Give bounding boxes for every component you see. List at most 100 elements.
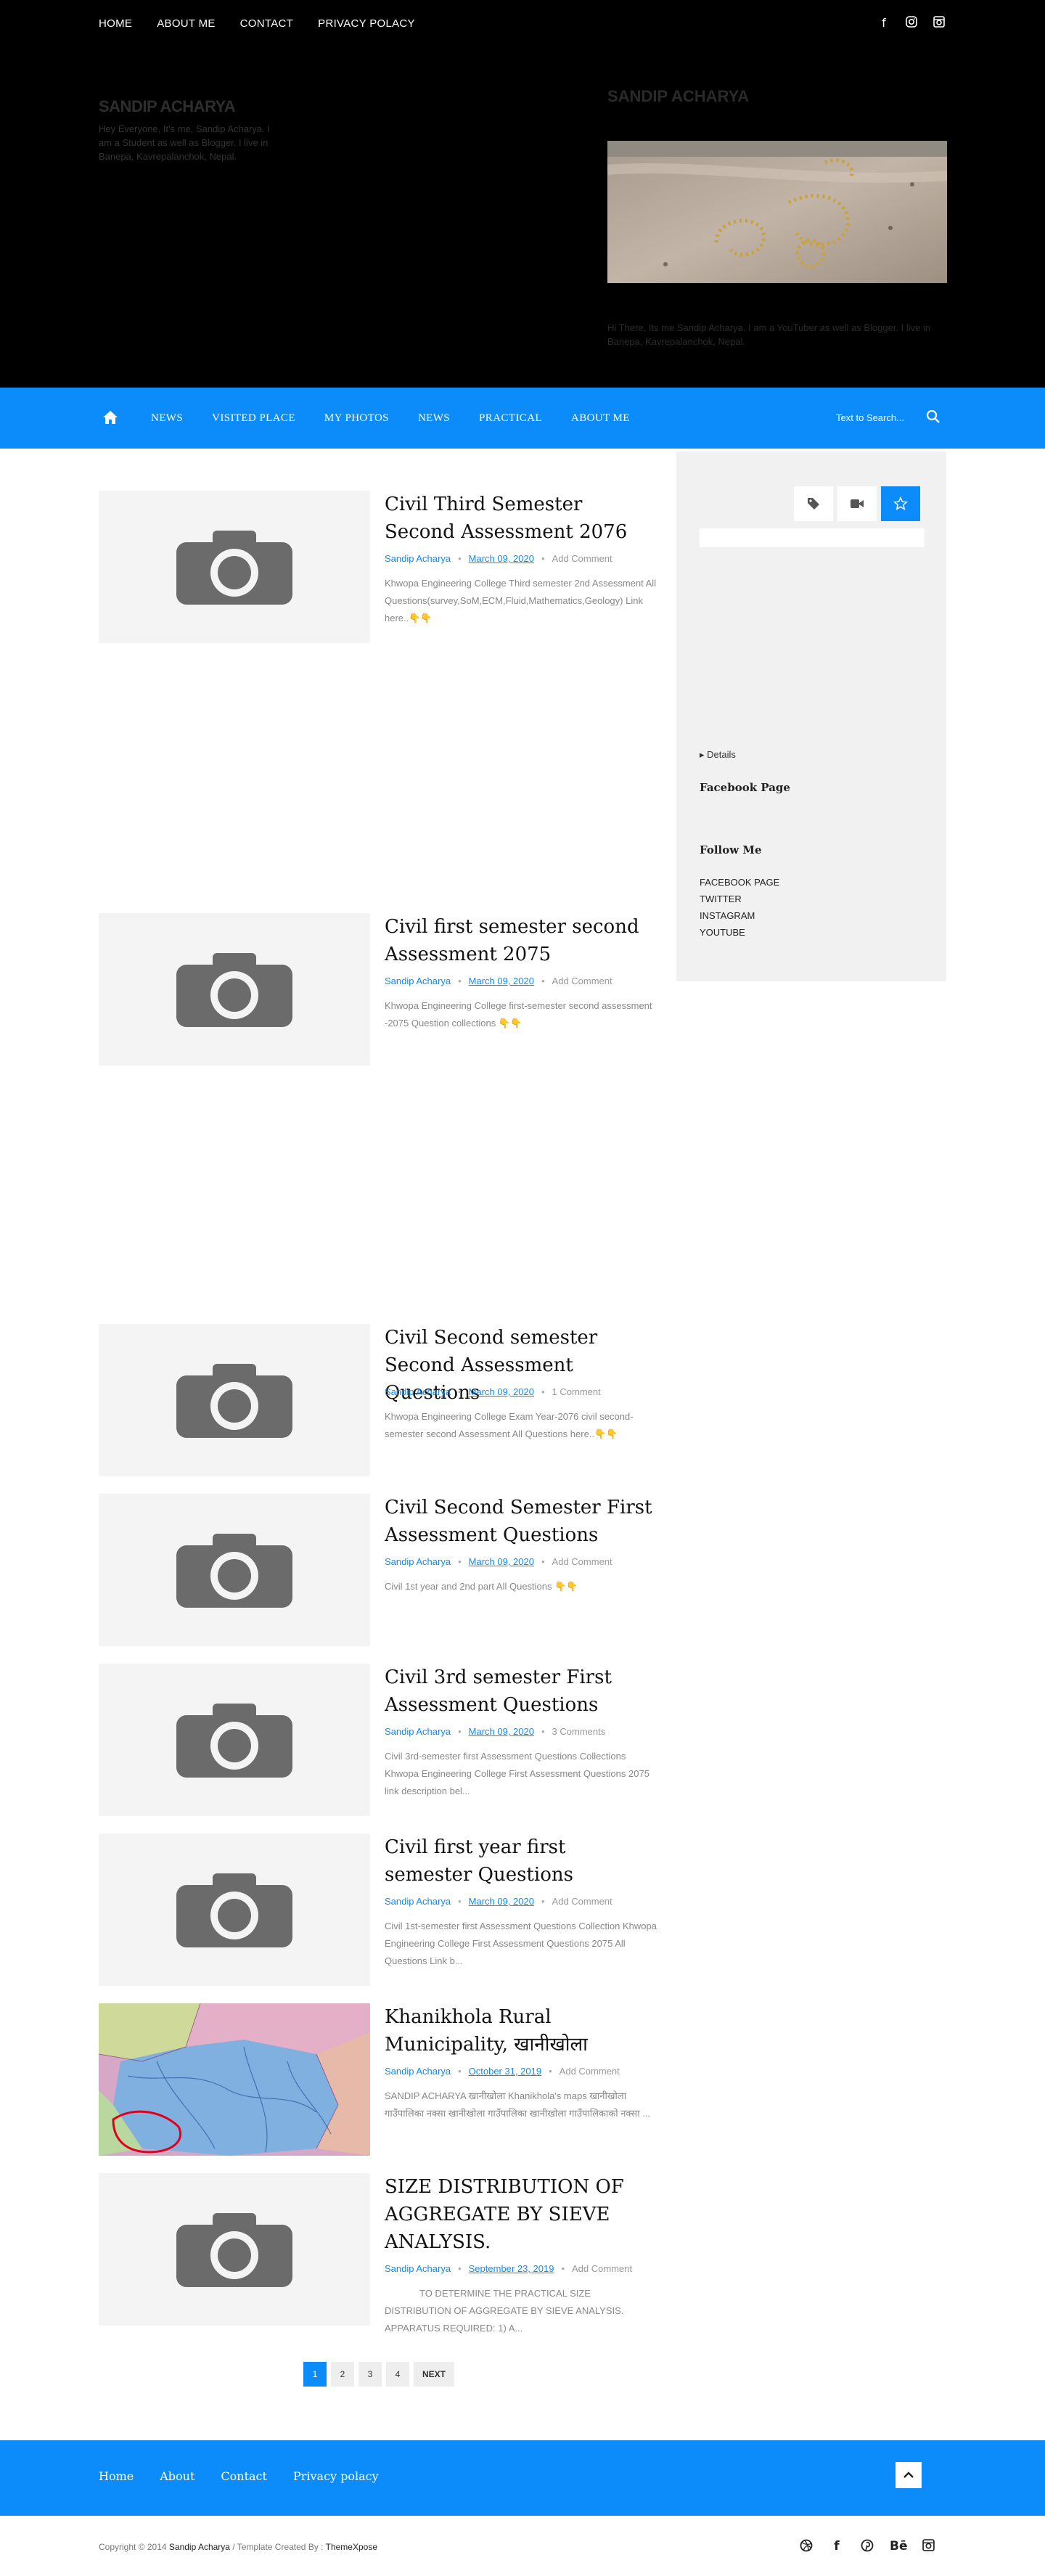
facebook-page-heading: Facebook Page xyxy=(700,781,790,794)
post-date[interactable]: March 09, 2020 xyxy=(469,1556,534,1567)
instagram-icon[interactable] xyxy=(932,16,946,30)
nav-item-news-2[interactable]: NEWS xyxy=(418,412,450,425)
post-title[interactable]: SIZE DISTRIBUTION OF AGGREGATE BY SIEVE … xyxy=(385,2173,657,2256)
nav-item-about-me[interactable]: ABOUT ME xyxy=(571,412,630,425)
post-author[interactable]: Sandip Acharya xyxy=(385,1386,451,1397)
instagram-icon[interactable] xyxy=(904,16,919,30)
post-title[interactable]: Civil Third Semester Second Assessment 2… xyxy=(385,491,657,546)
copyright-owner-link[interactable]: Sandip Acharya xyxy=(169,2542,230,2552)
post-author[interactable]: Sandip Acharya xyxy=(385,553,451,564)
page-1[interactable]: 1 xyxy=(303,2362,327,2387)
post-excerpt: TO DETERMINE THE PRACTICAL SIZE DISTRIBU… xyxy=(385,2288,624,2334)
post-date[interactable]: March 09, 2020 xyxy=(469,553,534,564)
follow-me-heading: Follow Me xyxy=(700,843,762,856)
post-thumbnail[interactable] xyxy=(99,1664,370,1816)
next-page-button[interactable]: NEXT xyxy=(414,2362,454,2387)
post-date[interactable]: March 09, 2020 xyxy=(469,976,534,986)
post-excerpt: Khwopa Engineering College Exam Year-207… xyxy=(385,1411,634,1439)
post-thumbnail-map[interactable] xyxy=(99,2003,370,2156)
top-nav-privacy-policy[interactable]: PRIVACY POLACY xyxy=(318,17,415,30)
post-comments[interactable]: Add Comment xyxy=(552,976,612,986)
video-icon[interactable] xyxy=(837,486,877,521)
search-input[interactable]: Text to Search... xyxy=(836,412,923,423)
top-nav-about-me[interactable]: ABOUT ME xyxy=(157,17,215,30)
footer-links: Home About Contact Privacy polacy xyxy=(99,2469,379,2483)
post-thumbnail[interactable] xyxy=(99,1324,370,1476)
follow-link-twitter[interactable]: TWITTER xyxy=(700,891,779,907)
post-date[interactable]: October 31, 2019 xyxy=(469,2066,541,2077)
post-author[interactable]: Sandip Acharya xyxy=(385,976,451,986)
instagram-icon[interactable] xyxy=(920,2539,936,2556)
nav-item-news[interactable]: NEWS xyxy=(151,412,183,425)
camera-placeholder-icon xyxy=(176,531,292,605)
home-icon[interactable] xyxy=(102,409,119,426)
pinterest-icon[interactable] xyxy=(859,2539,875,2556)
nav-item-my-photos[interactable]: MY PHOTOS xyxy=(324,412,389,425)
post-thumbnail[interactable] xyxy=(99,491,370,643)
post-author[interactable]: Sandip Acharya xyxy=(385,1896,451,1907)
post-date[interactable]: September 23, 2019 xyxy=(469,2263,554,2274)
post-meta: Sandip Acharya • March 09, 2020 • 1 Comment xyxy=(385,1386,601,1397)
post-author[interactable]: Sandip Acharya xyxy=(385,1556,451,1567)
post-card: Khanikhola Rural Municipality, खानीखोला … xyxy=(99,2003,657,2163)
post-date[interactable]: March 09, 2020 xyxy=(469,1386,534,1397)
follow-link-instagram[interactable]: INSTAGRAM xyxy=(700,907,779,924)
post-title[interactable]: Civil first year first semester Question… xyxy=(385,1833,657,1889)
post-title[interactable]: Civil Second Semester First Assessment Q… xyxy=(385,1494,657,1549)
tab-content-area xyxy=(700,528,925,547)
camera-placeholder-icon xyxy=(176,1704,292,1778)
follow-link-facebook[interactable]: FACEBOOK PAGE xyxy=(700,874,779,891)
post-thumbnail[interactable] xyxy=(99,1833,370,1986)
post-author[interactable]: Sandip Acharya xyxy=(385,2263,451,2274)
footer-link-about[interactable]: About xyxy=(160,2469,194,2483)
post-comments[interactable]: Add Comment xyxy=(552,553,612,564)
nav-item-practical[interactable]: PRACTICAL xyxy=(479,412,542,425)
post-comments[interactable]: Add Comment xyxy=(552,1896,612,1907)
sidebar: ▸ Details Facebook Page Follow Me FACEBO… xyxy=(676,451,946,981)
post-thumbnail[interactable] xyxy=(99,913,370,1066)
post-card: Civil Second Semester First Assessment Q… xyxy=(99,1494,657,1653)
post-comments[interactable]: Add Comment xyxy=(560,2066,620,2077)
post-comments[interactable]: Add Comment xyxy=(572,2263,632,2274)
post-date[interactable]: March 09, 2020 xyxy=(469,1896,534,1907)
follow-link-youtube[interactable]: YOUTUBE xyxy=(700,924,779,941)
post-thumbnail[interactable] xyxy=(99,2173,370,2326)
post-comments[interactable]: 1 Comment xyxy=(552,1386,601,1397)
footer-link-contact[interactable]: Contact xyxy=(221,2469,267,2483)
page-2[interactable]: 2 xyxy=(331,2362,354,2387)
post-card: Civil 3rd semester First Assessment Ques… xyxy=(99,1664,657,1823)
back-to-top-button[interactable] xyxy=(896,2462,922,2488)
facebook-icon[interactable]: f xyxy=(877,16,891,30)
star-icon[interactable] xyxy=(881,486,920,521)
details-toggle[interactable]: ▸ Details xyxy=(700,749,736,761)
post-title[interactable]: Civil 3rd semester First Assessment Ques… xyxy=(385,1664,657,1719)
top-nav: HOME ABOUT ME CONTACT PRIVACY POLACY xyxy=(99,17,415,30)
pagination: 1 2 3 4 NEXT xyxy=(303,2362,454,2387)
page-4[interactable]: 4 xyxy=(386,2362,409,2387)
post-comments[interactable]: Add Comment xyxy=(552,1556,612,1567)
copyright-text: Copyright © 2014 Sandip Acharya / Templa… xyxy=(99,2542,377,2552)
page-3[interactable]: 3 xyxy=(358,2362,382,2387)
post-thumbnail[interactable] xyxy=(99,1494,370,1646)
top-nav-home[interactable]: HOME xyxy=(99,17,132,30)
footer-link-privacy[interactable]: Privacy polacy xyxy=(293,2469,379,2483)
search-icon[interactable] xyxy=(926,409,940,424)
post-meta: Sandip Acharya • March 09, 2020 • 3 Comments xyxy=(385,1726,606,1737)
site-title[interactable]: SANDIP ACHARYA xyxy=(99,97,236,116)
template-author-link[interactable]: ThemeXpose xyxy=(326,2542,377,2552)
post-author[interactable]: Sandip Acharya xyxy=(385,1726,451,1737)
top-nav-contact[interactable]: CONTACT xyxy=(240,17,293,30)
dribbble-icon[interactable] xyxy=(798,2539,814,2556)
post-comments[interactable]: 3 Comments xyxy=(552,1726,606,1737)
facebook-icon[interactable]: f xyxy=(829,2539,845,2556)
tag-icon[interactable] xyxy=(794,486,833,521)
footer-link-home[interactable]: Home xyxy=(99,2469,134,2483)
post-title[interactable]: Civil first semester second Assessment 2… xyxy=(385,913,657,968)
post-title[interactable]: Khanikhola Rural Municipality, खानीखोला xyxy=(385,2003,657,2058)
nav-item-visited-place[interactable]: VISITED PLACE xyxy=(212,412,295,425)
camera-placeholder-icon xyxy=(176,1364,292,1438)
template-credit-label: / Template Created By : xyxy=(232,2542,324,2552)
post-date[interactable]: March 09, 2020 xyxy=(469,1726,534,1737)
behance-icon[interactable]: Bē xyxy=(890,2539,908,2556)
post-author[interactable]: Sandip Acharya xyxy=(385,2066,451,2077)
